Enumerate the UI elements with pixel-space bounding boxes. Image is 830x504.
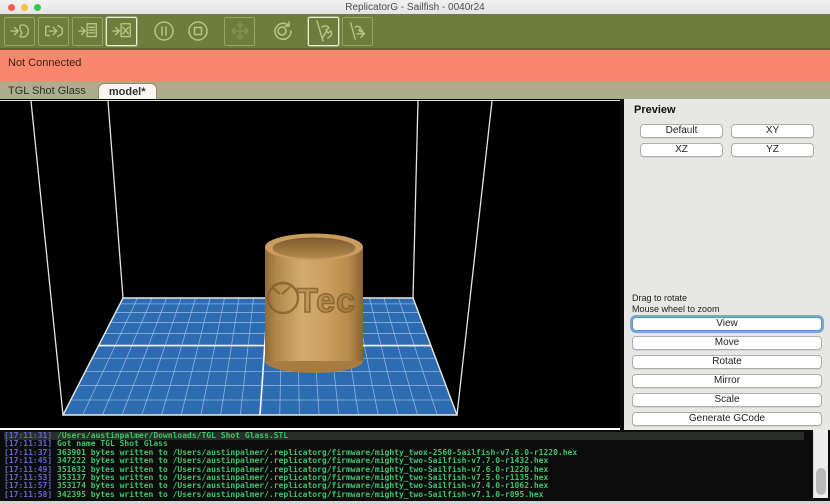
preview-panel: Preview Default XY XZ YZ Drag to rotate … bbox=[624, 99, 830, 430]
build-from-file-icon[interactable] bbox=[72, 16, 103, 46]
control-panel-icon bbox=[224, 16, 255, 46]
main-content: Tec Preview Default XY XZ YZ Drag to rot… bbox=[0, 99, 830, 430]
log-line[interactable]: [17:11:57] 353174 bytes written to /User… bbox=[4, 482, 804, 490]
view-mode-button[interactable]: View bbox=[632, 317, 822, 331]
console-scrollbar-thumb[interactable] bbox=[816, 468, 826, 495]
3d-scene: Tec bbox=[0, 100, 620, 416]
console-log: [17:11:31] /Users/austinpalmer/Downloads… bbox=[0, 430, 830, 504]
window-title: ReplicatorG - Sailfish - 0040r24 bbox=[345, 1, 485, 13]
hint-mouse-wheel-zoom: Mouse wheel to zoom bbox=[632, 304, 720, 314]
xz-view-button[interactable]: XZ bbox=[640, 143, 723, 157]
move-button[interactable]: Move bbox=[632, 336, 822, 350]
window-controls bbox=[8, 4, 41, 11]
mirror-button[interactable]: Mirror bbox=[632, 374, 822, 388]
build-icon[interactable] bbox=[38, 16, 69, 46]
model-action-buttons: View Move Rotate Mirror Scale Generate G… bbox=[632, 317, 822, 426]
title-bar: ReplicatorG - Sailfish - 0040r24 bbox=[0, 0, 830, 14]
main-toolbar bbox=[0, 14, 830, 50]
log-line[interactable]: [17:11:49] 351632 bytes written to /User… bbox=[4, 466, 804, 474]
scale-button[interactable]: Scale bbox=[632, 393, 822, 407]
tab-model[interactable]: model* bbox=[97, 83, 157, 99]
log-line[interactable]: [17:11:37] 363901 bytes written to /User… bbox=[4, 449, 804, 457]
connect-icon[interactable] bbox=[4, 16, 35, 46]
stop-icon[interactable] bbox=[182, 17, 213, 46]
upload-firmware-icon[interactable] bbox=[342, 16, 373, 46]
pause-icon[interactable] bbox=[148, 17, 179, 46]
log-line[interactable]: [17:11:31] /Users/austinpalmer/Downloads… bbox=[4, 432, 804, 441]
panel-spacer bbox=[632, 157, 822, 293]
disconnect-icon[interactable] bbox=[308, 16, 339, 46]
generate-gcode-button[interactable]: Generate GCode bbox=[632, 412, 822, 426]
reset-icon[interactable] bbox=[266, 17, 297, 46]
default-view-button[interactable]: Default bbox=[640, 124, 723, 138]
replicatorg-window: ReplicatorG - Sailfish - 0040r24 Not Con… bbox=[0, 0, 830, 504]
xy-view-button[interactable]: XY bbox=[731, 124, 814, 138]
rotate-button[interactable]: Rotate bbox=[632, 355, 822, 369]
tab-tgl-shot-glass[interactable]: TGL Shot Glass bbox=[0, 83, 98, 99]
minimize-window-button[interactable] bbox=[21, 4, 28, 11]
zoom-window-button[interactable] bbox=[34, 4, 41, 11]
document-tab-bar: TGL Shot Glass model* bbox=[0, 82, 830, 99]
connection-status-text: Not Connected bbox=[8, 57, 82, 69]
preview-title: Preview bbox=[634, 104, 676, 116]
log-line[interactable]: [17:11:45] 347222 bytes written to /User… bbox=[4, 457, 804, 465]
hint-drag-to-rotate: Drag to rotate bbox=[632, 293, 688, 303]
svg-text:Tec: Tec bbox=[297, 282, 356, 320]
build-platform bbox=[63, 298, 457, 415]
model-shot-glass[interactable]: Tec bbox=[265, 233, 363, 374]
3d-viewport[interactable]: Tec bbox=[0, 99, 620, 428]
build-to-file-icon[interactable] bbox=[106, 16, 137, 46]
log-line[interactable]: [17:11:53] 353137 bytes written to /User… bbox=[4, 474, 804, 482]
view-preset-buttons: Default XY XZ YZ bbox=[632, 124, 822, 157]
connection-status-bar: Not Connected bbox=[0, 50, 830, 82]
console-scrollbar[interactable] bbox=[813, 430, 828, 498]
log-line[interactable]: [17:11:58] 342395 bytes written to /User… bbox=[4, 491, 804, 499]
yz-view-button[interactable]: YZ bbox=[731, 143, 814, 157]
log-line[interactable]: [17:11:31] Got name TGL Shot Glass bbox=[4, 440, 804, 448]
close-window-button[interactable] bbox=[8, 4, 15, 11]
